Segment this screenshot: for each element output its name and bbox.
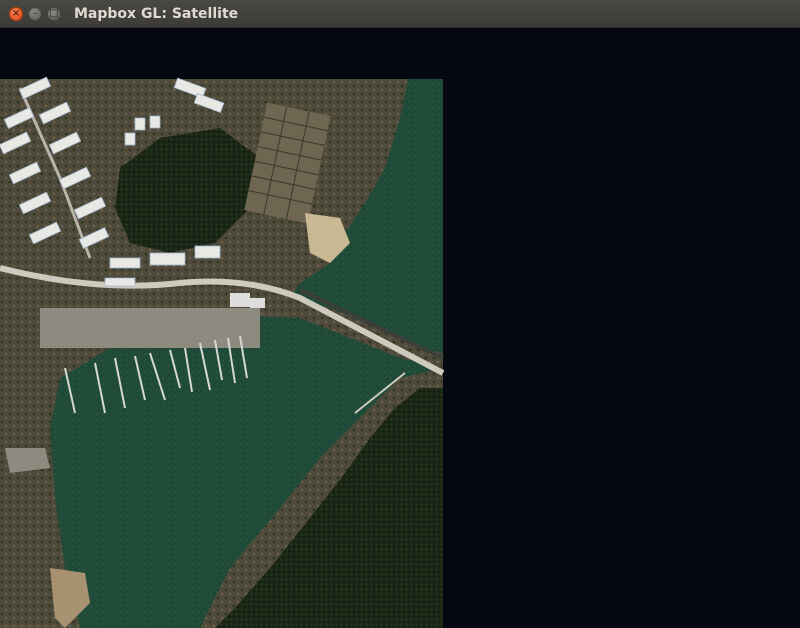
minimize-icon[interactable]: – (28, 7, 42, 21)
maximize-icon[interactable]: □ (47, 7, 61, 21)
satellite-tile-layer (0, 76, 445, 628)
title-bar[interactable]: × – □ Mapbox GL: Satellite (0, 0, 800, 28)
app-window: × – □ Mapbox GL: Satellite (0, 0, 800, 628)
close-icon[interactable]: × (9, 7, 23, 21)
harbor-pier-area (40, 308, 260, 348)
window-title: Mapbox GL: Satellite (74, 6, 239, 22)
map-canvas[interactable] (0, 28, 800, 628)
